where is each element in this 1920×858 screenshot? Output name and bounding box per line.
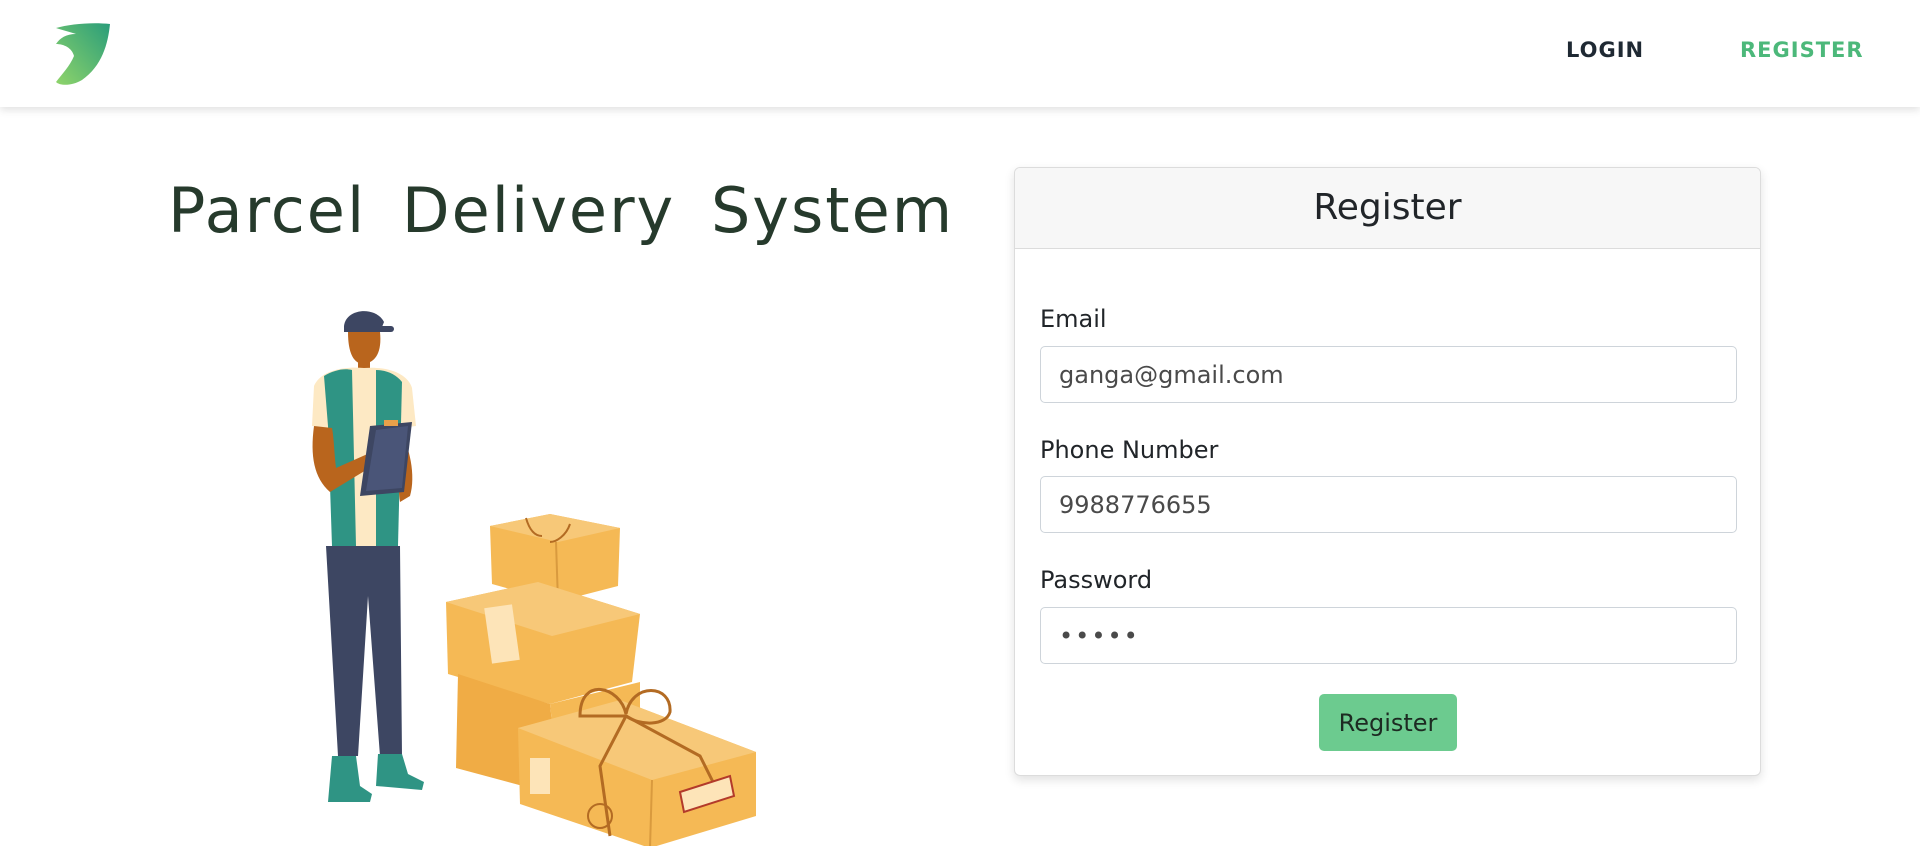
- phone-number-field[interactable]: [1040, 476, 1737, 533]
- navbar: LOGIN REGISTER: [0, 0, 1920, 107]
- leaf-logo-icon[interactable]: [52, 22, 112, 86]
- page-title: Parcel Delivery System: [168, 174, 955, 247]
- delivery-man-with-parcels-illustration: [312, 311, 756, 846]
- password-label: Password: [1040, 566, 1153, 594]
- nav-login-link[interactable]: LOGIN: [1566, 38, 1644, 62]
- phone-label: Phone Number: [1040, 436, 1219, 464]
- register-button[interactable]: Register: [1319, 694, 1457, 751]
- register-card: Register Email Phone Number Password Reg…: [1014, 167, 1761, 776]
- delivery-man-figure: [312, 311, 424, 802]
- email-label: Email: [1040, 305, 1107, 333]
- nav-register-link[interactable]: REGISTER: [1740, 38, 1864, 62]
- register-card-title: Register: [1015, 168, 1760, 249]
- email-field[interactable]: [1040, 346, 1737, 403]
- parcels-stack: [446, 514, 756, 846]
- password-field[interactable]: [1040, 607, 1737, 664]
